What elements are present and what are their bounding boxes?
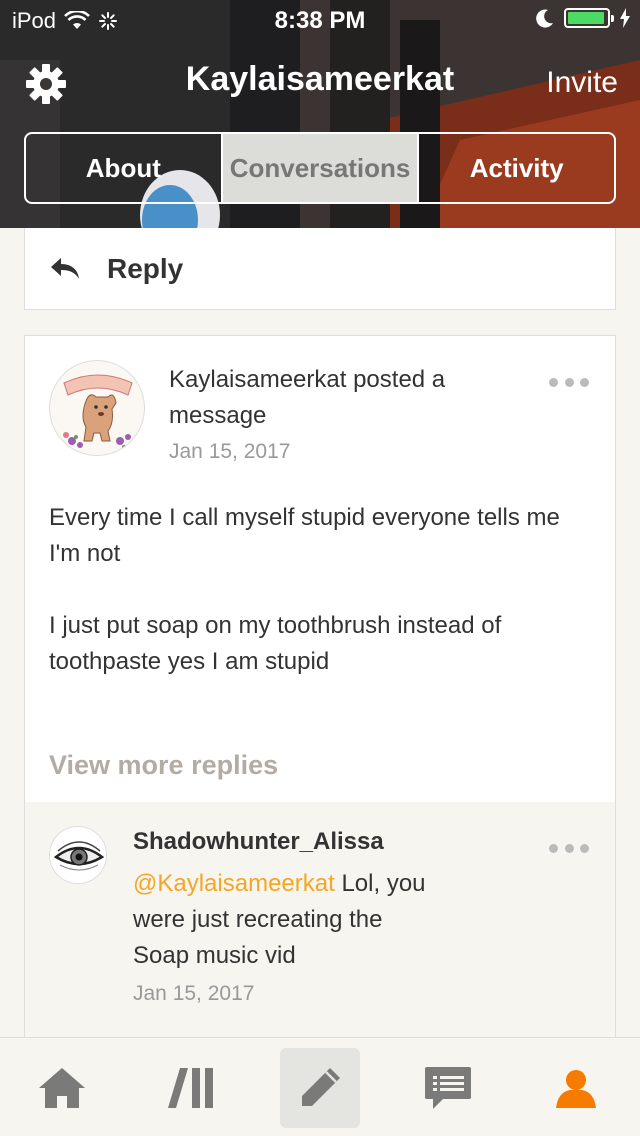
reply-more-options-icon[interactable] [549, 842, 589, 854]
reply-date: Jan 15, 2017 [133, 982, 255, 1005]
page-title: Kaylaisameerkat [185, 60, 455, 98]
view-more-replies-link[interactable]: View more replies [49, 750, 278, 781]
home-icon [39, 1068, 85, 1108]
charging-icon [620, 8, 630, 28]
profile-header: iPod 8:38 PM Kaylaisameerkat Invite Abou… [0, 0, 640, 228]
nav-catalog[interactable] [152, 1048, 232, 1128]
reply-bar[interactable]: Reply [24, 228, 616, 310]
chat-icon [425, 1067, 471, 1109]
compose-icon [302, 1068, 340, 1106]
reply-author-avatar[interactable] [49, 826, 107, 884]
post-more-options-icon[interactable] [549, 376, 589, 388]
post-body-paragraph: Every time I call myself stupid everyone… [49, 504, 560, 567]
nav-chat[interactable] [408, 1048, 488, 1128]
status-bar: iPod 8:38 PM [0, 0, 640, 40]
catalog-icon [168, 1068, 213, 1108]
post-author-avatar[interactable] [49, 360, 145, 456]
reply-arrow-icon [51, 257, 79, 279]
reply-text: @Kaylaisameerkat Lol, you were just recr… [133, 866, 433, 974]
battery-icon [564, 8, 614, 28]
reply-author-name[interactable]: Shadowhunter_Alissa [133, 828, 384, 856]
nav-home[interactable] [22, 1048, 102, 1128]
post-body: Every time I call myself stupid everyone… [49, 500, 589, 716]
reply-label: Reply [107, 252, 184, 284]
moon-icon [536, 9, 553, 28]
tab-conversations[interactable]: Conversations [220, 134, 420, 202]
post-body-paragraph: I just put soap on my toothbrush instead… [49, 612, 502, 675]
profile-tabs: About Conversations Activity [24, 132, 616, 204]
tab-about[interactable]: About [26, 134, 221, 202]
profile-icon [556, 1070, 596, 1108]
dog-illustration-icon [63, 374, 135, 449]
reply-item: Shadowhunter_Alissa @Kaylaisameerkat Lol… [25, 802, 615, 1046]
nav-profile[interactable] [536, 1048, 616, 1128]
nav-compose[interactable] [280, 1048, 360, 1128]
bottom-navigation [0, 1037, 640, 1136]
invite-button[interactable]: Invite [546, 66, 618, 100]
post-card: Kaylaisameerkat posted a message Jan 15,… [24, 335, 616, 1046]
post-header-text: Kaylaisameerkat posted a message [169, 366, 446, 429]
reply-mention-link[interactable]: @Kaylaisameerkat [133, 870, 335, 897]
post-date: Jan 15, 2017 [169, 440, 291, 463]
tab-activity[interactable]: Activity [419, 134, 614, 202]
eye-illustration-icon [50, 827, 106, 883]
